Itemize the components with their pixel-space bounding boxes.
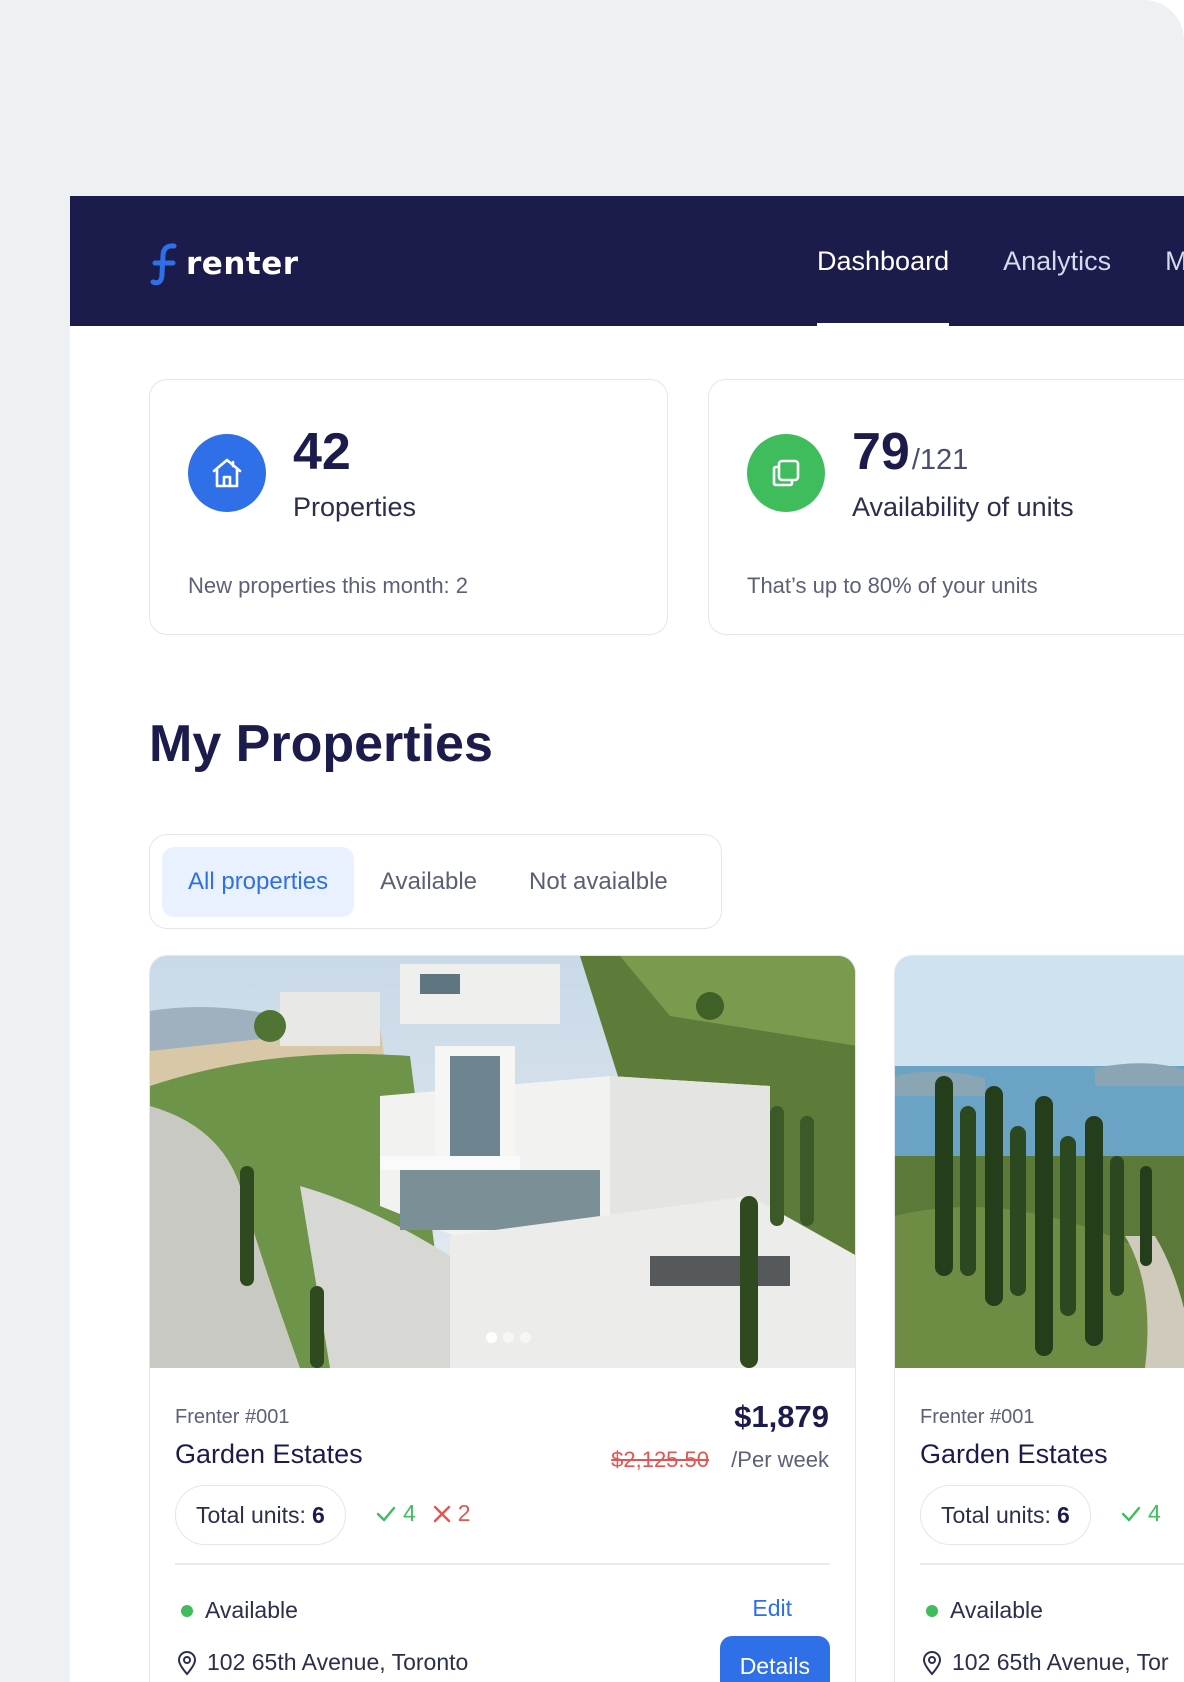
property-address: 102 65th Avenue, Tor [920,1649,1169,1676]
address-text: 102 65th Avenue, Toronto [207,1649,469,1675]
property-name: Garden Estates [175,1439,363,1469]
carousel-dot[interactable] [486,1332,497,1343]
stat-value: 42 [293,422,351,482]
cross-icon [433,1505,450,1522]
status-label: Available [950,1597,1043,1623]
availability-status: Available [926,1597,1043,1624]
property-address: 102 65th Avenue, Toronto [175,1649,468,1676]
brand-name: renter [186,246,299,282]
property-code: Frenter #001 [920,1406,1035,1428]
details-button[interactable]: Details [719,1636,830,1682]
units-total: 6 [1056,1501,1070,1528]
property-code: Frenter #001 [175,1406,290,1428]
nav-more[interactable]: M [1165,196,1184,326]
filter-tab-not-available[interactable]: Not avaialble [503,847,694,917]
check-icon [376,1506,396,1521]
units-label: Total units: [196,1501,306,1528]
stat-card-availability: 79/121 Availability of units That’s up t… [708,379,1184,635]
status-label: Available [205,1597,298,1623]
property-filter-tabs: All properties Available Not avaialble [149,834,722,929]
section-title: My Properties [149,715,493,773]
status-dot-icon [926,1604,938,1617]
main-nav: Dashboard Analytics M [817,196,1184,326]
stat-icon-circle [188,434,266,512]
total-units-badge: Total units: 6 [920,1485,1091,1545]
unavailable-units: 2 [432,1500,471,1527]
carousel-dot[interactable] [503,1332,514,1343]
total-units-badge: Total units: 6 [175,1485,346,1545]
filter-tab-available[interactable]: Available [354,847,503,917]
location-pin-icon [922,1650,942,1676]
card-divider [920,1563,1184,1565]
property-name: Garden Estates [920,1439,1108,1469]
stat-card-properties: 42 Properties New properties this month:… [149,379,668,635]
stat-value-number: 42 [293,423,351,481]
photo-carousel-dots[interactable] [486,1332,531,1343]
status-dot-icon [181,1604,193,1617]
stat-icon-circle [747,434,825,512]
stat-value-total: /121 [911,444,969,476]
edit-link[interactable]: Edit [752,1595,792,1622]
stat-value-number: 79 [852,423,910,481]
app-window: renter Dashboard Analytics M 42 Properti… [70,196,1184,1682]
house-icon [212,458,242,488]
frenter-logo-icon [150,243,177,286]
property-card[interactable]: Frenter #001 Garden Estates $1,879 $2,12… [149,955,856,1682]
stat-value: 79/121 [852,422,968,482]
top-navigation-bar: renter Dashboard Analytics M [70,196,1184,326]
nav-dashboard[interactable]: Dashboard [817,196,950,326]
units-label: Total units: [941,1501,1051,1528]
available-units: 4 [1120,1500,1161,1527]
units-total: 6 [311,1501,325,1528]
stat-footnote: That’s up to 80% of your units [747,573,1038,598]
property-card[interactable]: Frenter #001 Garden Estates Total units:… [894,955,1184,1682]
stat-label: Properties [293,492,417,522]
filter-tab-all[interactable]: All properties [162,846,355,917]
carousel-dot[interactable] [520,1332,531,1343]
stat-label: Availability of units [852,492,1074,522]
copy-icon [772,459,800,487]
property-photo[interactable] [895,956,1184,1368]
card-divider [175,1563,830,1565]
check-icon [1121,1506,1141,1521]
unit-availability-counts: 4 [1120,1500,1161,1527]
unavailable-count: 2 [457,1500,471,1526]
price-period: /Per week [731,1447,829,1472]
stat-footnote: New properties this month: 2 [188,573,469,598]
available-count: 4 [403,1500,416,1526]
property-photo[interactable] [150,956,856,1368]
available-units: 4 [375,1500,416,1527]
nav-analytics[interactable]: Analytics [1003,196,1111,326]
available-count: 4 [1148,1500,1161,1526]
property-old-price: $2,125.50 [611,1447,709,1472]
brand-logo[interactable]: renter [150,240,299,288]
availability-status: Available [181,1597,298,1624]
unit-availability-counts: 4 2 [375,1500,471,1527]
property-price: $1,879 [734,1399,829,1434]
address-text: 102 65th Avenue, Tor [952,1649,1169,1675]
location-pin-icon [177,1650,197,1676]
